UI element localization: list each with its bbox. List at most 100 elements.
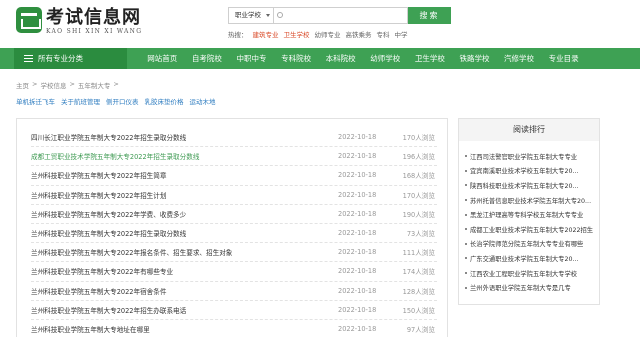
article-views: 170人浏览 [402,134,435,143]
list-item[interactable]: 兰州科技职业学院五年制大专2022年学费、收费多少 2022-10-18 190人浏… [31,205,437,224]
article-date: 2022-10-18 [338,171,377,180]
hot-link[interactable]: 建筑专业 [253,29,279,39]
site-logo[interactable]: 考试信息网 KAO SHI XIN XI WANG [16,7,142,36]
article-views: 168人浏览 [402,172,435,181]
search-category-select[interactable]: 职业学校 [228,7,273,24]
article-title[interactable]: 兰州科技职业学院五年制大专2022年宿舍条件 [31,286,331,296]
bullet-icon [465,213,467,216]
article-title[interactable]: 兰州科技职业学院五年制大专2022年招生简章 [31,170,331,180]
list-item[interactable]: 兰州科技职业学院五年制大专2022年宿舍条件 2022-10-18 128人浏览 [31,282,437,301]
article-views: 190人浏览 [402,210,435,219]
ranking-list: 江西司法警官职业学院五年制大专专业 宜宾南溪职业技术学校五年制大专20... 陕… [459,141,599,295]
article-views: 150人浏览 [402,306,435,315]
nav-link-undergraduate[interactable]: 本科院校 [318,48,363,69]
all-categories-menu[interactable]: 所有专业分类 [14,48,127,69]
list-item[interactable]: 兰州科技职业学院五年制大专2022年报名条件、招生要求、招生对象 2022-10-… [31,243,437,263]
tag-link[interactable]: 乳胶床垫价格 [145,96,184,106]
bullet-icon [465,257,467,260]
ranking-item[interactable]: 黑龙江护理高等专科学校五年制大专专业 [465,207,593,222]
menu-icon [24,55,33,62]
ranking-item[interactable]: 宜宾南溪职业技术学校五年制大专20... [465,164,593,179]
article-list-panel: 四川长江职业学院五年制大专2022年招生录取分数线 2022-10-18 170人浏… [16,118,448,337]
ranking-item[interactable]: 苏州托普信息职业技术学院五年制大专20... [465,193,593,208]
reading-ranking-panel: 阅读排行 江西司法警官职业学院五年制大专专业 宜宾南溪职业技术学校五年制大专20… [458,118,600,305]
main-nav: 所有专业分类 网站首页 自考院校 中职中专 专科院校 本科院校 幼师学校 卫生学… [0,48,640,69]
hot-search-row: 热搜： 建筑专业 卫生学校 幼师专业 高铁乘务 专科 中学 [228,29,451,39]
article-date: 2022-10-18 [338,286,377,295]
nav-link-secondary-vocational[interactable]: 中职中专 [229,48,274,69]
bullet-icon [465,272,467,275]
chevron-down-icon [266,14,270,17]
ranking-item[interactable]: 兰州外语职业学院五年制大专是几专 [465,280,593,295]
list-item[interactable]: 兰州科技职业学院五年制大专2022年招生计划 2022-10-18 170人浏览 [31,186,437,205]
breadcrumb-home[interactable]: 主页 [16,80,29,90]
article-title[interactable]: 兰州科技职业学院五年制大专2022年报名条件、招生要求、招生对象 [31,247,331,257]
article-title[interactable]: 兰州科技职业学院五年制大专2022年学费、收费多少 [31,209,331,219]
list-item[interactable]: 四川长江职业学院五年制大专2022年招生录取分数线 2022-10-18 170人浏… [31,128,437,148]
nav-link-auto-repair[interactable]: 汽修学校 [497,48,542,69]
article-title[interactable]: 兰州科技职业学院五年制大专2022年招生办联系电话 [31,305,331,315]
list-item[interactable]: 兰州科技职业学院五年制大专2022年招生简章 2022-10-18 168人浏览 [31,166,437,186]
article-date: 2022-10-18 [338,248,377,257]
list-item[interactable]: 兰州科技职业学院五年制大专2022年有哪些专业 2022-10-18 174人浏览 [31,262,437,282]
ranking-item[interactable]: 陕西科技职业技术学院五年制大专20... [465,178,593,193]
hot-search-label: 热搜： [228,31,248,39]
bullet-icon [465,199,467,202]
search-icon [277,12,283,18]
tag-link[interactable]: 单机拆迁飞车 [16,96,55,106]
article-views: 128人浏览 [402,287,435,296]
ranking-item[interactable]: 长治学院师范分院五年制大专专业有哪些 [465,237,593,252]
article-views: 73人浏览 [406,230,435,239]
ranking-item[interactable]: 成都工业职业技术学院五年制大专2022招生计划 [465,222,593,237]
header: 考试信息网 KAO SHI XIN XI WANG 职业学校 搜索 热搜： 建筑… [0,0,640,48]
hot-link[interactable]: 幼师专业 [315,29,341,39]
list-item[interactable]: 兰州科技职业学院五年制大专2022年招生录取分数线 2022-10-18 73人浏览 [31,224,437,244]
hot-link[interactable]: 专科 [377,29,390,39]
breadcrumb-school-info[interactable]: 学校信息 [40,80,66,90]
article-title[interactable]: 兰州科技职业学院五年制大专2022年有哪些专业 [31,266,331,276]
nav-link-self-study[interactable]: 自考院校 [185,48,230,69]
breadcrumb-separator: > [32,80,38,88]
article-title[interactable]: 成都工贸职业技术学院五年制大专2022年招生录取分数线 [31,151,331,161]
search-button[interactable]: 搜索 [408,7,451,24]
article-title[interactable]: 四川长江职业学院五年制大专2022年招生录取分数线 [31,132,331,142]
list-item[interactable]: 成都工贸职业技术学院五年制大专2022年招生录取分数线 2022-10-18 196… [31,147,437,167]
article-list: 四川长江职业学院五年制大专2022年招生录取分数线 2022-10-18 170人浏… [31,128,437,337]
bullet-icon [465,242,467,245]
logo-title: 考试信息网 [46,7,141,28]
nav-link-railway[interactable]: 铁路学校 [452,48,497,69]
hot-link[interactable]: 卫生学校 [284,29,310,39]
logo-subtitle: KAO SHI XIN XI WANG [46,28,143,35]
ranking-item[interactable]: 江西司法警官职业学院五年制大专专业 [465,149,593,164]
article-date: 2022-10-18 [338,305,377,314]
breadcrumb-five-year[interactable]: 五年制大专 [78,80,111,90]
article-views: 97人浏览 [406,325,435,334]
article-date: 2022-10-18 [338,267,377,276]
article-views: 196人浏览 [402,153,435,162]
sidebar-title: 阅读排行 [459,119,599,141]
article-title[interactable]: 兰州科技职业学院五年制大专地址在哪里 [31,324,331,334]
nav-link-home[interactable]: 网站首页 [140,48,185,69]
hot-link[interactable]: 高铁乘务 [346,29,372,39]
list-item[interactable]: 兰州科技职业学院五年制大专2022年招生办联系电话 2022-10-18 150人浏… [31,301,437,320]
nav-link-health[interactable]: 卫生学校 [408,48,453,69]
bullet-icon [465,184,467,187]
nav-link-preschool[interactable]: 幼师学校 [363,48,408,69]
ranking-item[interactable]: 江西农业工程职业学院五年制大专学校 [465,266,593,281]
bullet-icon [465,155,467,158]
article-views: 111人浏览 [402,249,435,258]
nav-link-majors[interactable]: 专业目录 [541,48,586,69]
list-item[interactable]: 兰州科技职业学院五年制大专地址在哪里 2022-10-18 97人浏览 [31,320,437,337]
breadcrumb: 主页 > 学校信息 > 五年制大专 > [16,80,119,90]
article-title[interactable]: 兰州科技职业学院五年制大专2022年招生录取分数线 [31,228,331,238]
search-input[interactable] [273,7,408,24]
tag-link[interactable]: 关于航班管理 [61,96,100,106]
article-title[interactable]: 兰州科技职业学院五年制大专2022年招生计划 [31,190,331,200]
hot-link[interactable]: 中学 [395,29,408,39]
tag-link[interactable]: 侧开口仪表 [106,96,139,106]
nav-link-junior-college[interactable]: 专科院校 [274,48,319,69]
ranking-item[interactable]: 广东交通职业技术学院五年制大专20... [465,251,593,266]
tag-link[interactable]: 运动木地 [190,96,216,106]
article-date: 2022-10-18 [338,152,377,161]
article-date: 2022-10-18 [338,229,377,238]
